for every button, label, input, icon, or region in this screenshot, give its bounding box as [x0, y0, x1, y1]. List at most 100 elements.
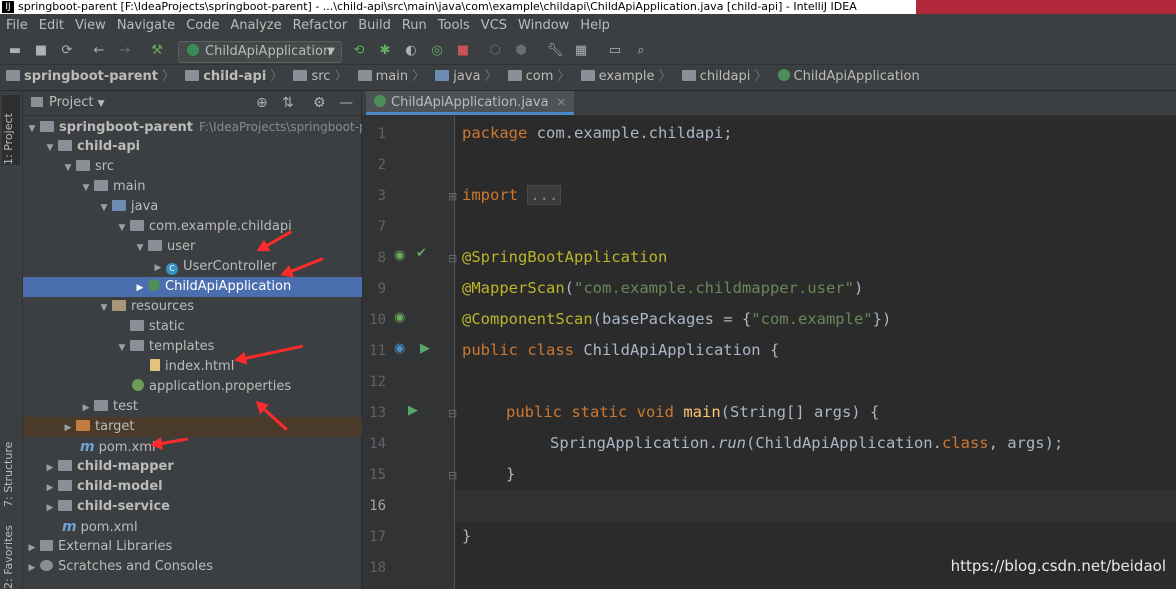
breadcrumb-item[interactable]: src 〉	[287, 65, 347, 89]
breadcrumb-item[interactable]: java 〉	[429, 65, 498, 89]
run-config-selector[interactable]: ChildApiApplication ▼	[178, 41, 342, 63]
collapse-arrow-icon[interactable]: ▶	[45, 478, 55, 498]
tab-childapiapplication-java[interactable]: ChildApiApplication.java ✕	[366, 91, 574, 115]
expand-arrow-icon[interactable]: ▼	[117, 338, 127, 358]
run-gutter-icon[interactable]: ▶	[408, 403, 418, 418]
menu-bar: File Edit View Navigate Code Analyze Refactor B…	[0, 14, 1176, 38]
debug-bug-icon[interactable]: ✱	[376, 42, 394, 60]
module-folder-icon	[58, 140, 72, 151]
collapse-arrow-icon[interactable]: ▶	[45, 458, 55, 478]
spring-bean-gutter-icon[interactable]: ◉	[394, 248, 405, 263]
tree-item-root-pom-xml[interactable]: m pom.xml	[23, 517, 400, 537]
breadcrumb-item[interactable]: com 〉	[502, 65, 570, 89]
profile-icon[interactable]: ◎	[428, 42, 446, 60]
menu-help[interactable]: Help	[574, 14, 615, 38]
stop-icon[interactable]: ■	[454, 42, 472, 60]
tree-item-springboot-parent[interactable]: ▼ springboot-parent F:\IdeaProjects\spring…	[23, 117, 379, 139]
tree-item-test[interactable]: ▶ test	[23, 397, 419, 417]
gear-icon[interactable]: ⚙	[313, 91, 326, 115]
vcs-commit-icon[interactable]: ⬢	[512, 42, 530, 60]
expand-arrow-icon[interactable]: ▼	[63, 158, 73, 178]
tree-item-pom-xml[interactable]: m pom.xml	[23, 437, 418, 457]
menu-analyze[interactable]: Analyze	[224, 14, 286, 38]
menu-vcs[interactable]: VCS	[475, 14, 512, 38]
fold-icon[interactable]: ⊞	[448, 190, 457, 203]
search-icon[interactable]: ⌕	[632, 42, 650, 60]
tab-project[interactable]: 1: Project	[2, 95, 20, 165]
expand-arrow-icon[interactable]: ▼	[27, 119, 37, 139]
minimize-icon[interactable]: —	[339, 91, 353, 115]
terminal-window-icon[interactable]: ▭	[606, 42, 624, 60]
menu-code[interactable]: Code	[180, 14, 224, 38]
expand-arrow-icon[interactable]: ▼	[117, 218, 127, 238]
forward-arrow-icon[interactable]: →	[116, 42, 134, 60]
expand-arrow-icon[interactable]: ▼	[81, 178, 91, 198]
build-hammer-icon[interactable]: ⚒	[148, 42, 166, 60]
collapse-arrow-icon[interactable]: ▶	[135, 278, 145, 298]
close-icon[interactable]: ✕	[557, 96, 566, 109]
collapse-arrow-icon[interactable]: ▶	[45, 498, 55, 518]
package-icon	[148, 240, 162, 251]
menu-view[interactable]: View	[69, 14, 111, 38]
code-editor[interactable]: 1 2 3 7 8 9 10 11 12 13 14 15 16 17 18 ◉…	[362, 116, 1176, 589]
tree-item-scratches[interactable]: ▶ Scratches and Consoles	[23, 557, 365, 577]
tree-item-child-api[interactable]: ▼ child-api	[23, 137, 383, 157]
breadcrumb-item[interactable]: example 〉	[575, 65, 672, 89]
code-line: public class ChildApiApplication {	[462, 341, 780, 359]
coverage-icon[interactable]: ◐	[402, 42, 420, 60]
open-folder-icon[interactable]: ▬	[6, 42, 24, 60]
project-structure-icon[interactable]: ▦	[572, 42, 590, 60]
breadcrumb-item[interactable]: childapi 〉	[676, 65, 767, 89]
collapse-arrow-icon[interactable]: ▶	[27, 558, 37, 578]
rerun-icon[interactable]: ⟲	[350, 42, 368, 60]
menu-file[interactable]: File	[0, 14, 33, 38]
menu-build[interactable]: Build	[352, 14, 396, 38]
editor-tab-bar: ChildApiApplication.java ✕	[362, 91, 1176, 116]
tree-item-child-service[interactable]: ▶ child-service	[23, 497, 383, 517]
tree-item-src[interactable]: ▼ src	[23, 157, 401, 177]
expand-arrow-icon[interactable]: ▼	[99, 198, 109, 218]
save-icon[interactable]: ■	[32, 42, 50, 60]
fold-icon[interactable]: ⊟	[448, 469, 457, 482]
expand-arrow-icon[interactable]: ▼	[99, 298, 109, 318]
locate-target-icon[interactable]: ⊕	[256, 91, 268, 115]
collapse-arrow-icon[interactable]: ▶	[153, 258, 163, 278]
collapse-arrow-icon[interactable]: ▶	[63, 418, 73, 438]
breadcrumb-item[interactable]: springboot-parent 〉	[0, 65, 175, 89]
breadcrumb-item[interactable]: child-api 〉	[179, 65, 283, 89]
tree-item-target[interactable]: ▶ target	[23, 417, 401, 437]
collapse-arrow-icon[interactable]: ▶	[81, 398, 91, 418]
tree-item-external-libraries[interactable]: ▶ External Libraries	[23, 537, 365, 557]
tree-item-child-mapper[interactable]: ▶ child-mapper	[23, 457, 383, 477]
fold-icon[interactable]: ⊟	[448, 407, 457, 420]
collapse-all-icon[interactable]: ⇅	[282, 91, 294, 115]
left-tool-strip: 1: Project 7: Structure 2: Favorites	[0, 91, 23, 589]
breadcrumb-item[interactable]: main 〉	[352, 65, 425, 89]
run-gutter-icon[interactable]: ▶	[420, 341, 430, 356]
vcs-update-icon[interactable]: ⬡	[486, 42, 504, 60]
sync-icon[interactable]: ⟳	[58, 42, 76, 60]
expand-arrow-icon[interactable]: ▼	[135, 238, 145, 258]
expand-arrow-icon[interactable]: ▼	[45, 138, 55, 158]
menu-run[interactable]: Run	[396, 14, 432, 38]
breadcrumb-item[interactable]: ChildApiApplication	[772, 65, 920, 89]
settings-wrench-icon[interactable]: 🔧︎	[546, 42, 564, 60]
menu-edit[interactable]: Edit	[33, 14, 69, 38]
spring-bean-gutter-icon[interactable]: ◉	[394, 310, 405, 325]
tab-structure[interactable]: 7: Structure	[2, 427, 20, 507]
menu-navigate[interactable]: Navigate	[111, 14, 180, 38]
collapse-arrow-icon[interactable]: ▶	[27, 538, 37, 558]
tree-item-main[interactable]: ▼ main	[23, 177, 419, 197]
folded-code[interactable]: ...	[527, 185, 562, 205]
spring-boot-gutter-icon[interactable]: ◉	[394, 341, 405, 356]
menu-tools[interactable]: Tools	[432, 14, 475, 38]
line-number: 16	[369, 498, 386, 514]
tree-item-child-model[interactable]: ▶ child-model	[23, 477, 383, 497]
menu-refactor[interactable]: Refactor	[287, 14, 353, 38]
fold-icon[interactable]: ⊟	[448, 252, 457, 265]
back-arrow-icon[interactable]: ←	[90, 42, 108, 60]
spring-config-gutter-icon[interactable]: ✔	[416, 246, 427, 261]
menu-window[interactable]: Window	[512, 14, 574, 38]
project-view-selector[interactable]: Project ▼	[31, 91, 105, 116]
tab-favorites[interactable]: 2: Favorites	[2, 525, 20, 589]
